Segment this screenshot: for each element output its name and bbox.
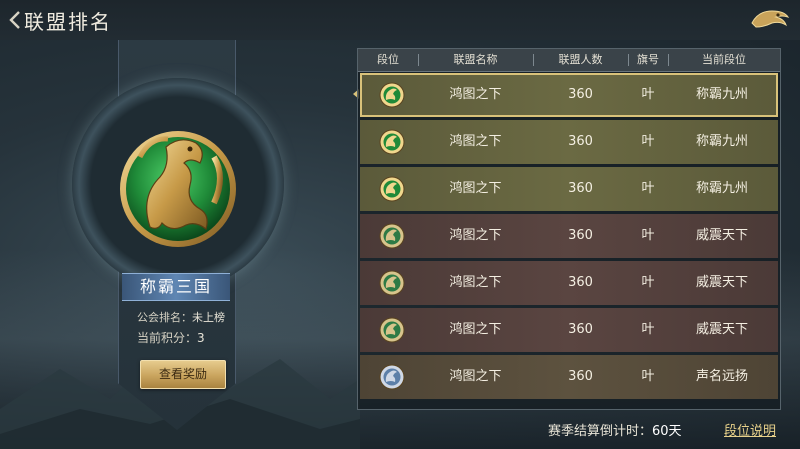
table-row[interactable]: 鸿图之下 360 叶 称霸九州 bbox=[360, 167, 778, 211]
score-value: 3 bbox=[197, 331, 205, 345]
table-row[interactable]: 鸿图之下 360 叶 称霸九州 bbox=[360, 73, 778, 117]
alliance-name-cell: 鸿图之下 bbox=[449, 275, 502, 290]
member-count-cell: 360 bbox=[568, 87, 593, 102]
flag-cell: 叶 bbox=[641, 181, 655, 196]
dragon-exit-icon[interactable] bbox=[748, 3, 792, 37]
current-tier-cell: 威震天下 bbox=[695, 275, 748, 290]
guild-rank-label: 公会排名： bbox=[137, 311, 192, 324]
flag-cell: 叶 bbox=[641, 322, 655, 337]
table-row[interactable]: 鸿图之下 360 叶 威震天下 bbox=[360, 214, 778, 258]
guild-rank-line: 公会排名：未上榜 bbox=[137, 309, 225, 325]
alliance-name-cell: 鸿图之下 bbox=[449, 134, 502, 149]
column-header-members: 联盟人数 bbox=[558, 53, 603, 66]
current-tier-cell: 威震天下 bbox=[695, 322, 748, 337]
silver-dragon-badge-icon bbox=[379, 270, 405, 296]
alliance-name-cell: 鸿图之下 bbox=[449, 369, 502, 384]
flag-cell: 叶 bbox=[641, 134, 655, 149]
current-tier-cell: 声名远扬 bbox=[695, 369, 748, 384]
table-row[interactable]: 鸿图之下 360 叶 称霸九州 bbox=[360, 120, 778, 164]
page-title: 联盟排名 bbox=[24, 10, 112, 34]
member-count-cell: 360 bbox=[568, 134, 593, 149]
member-count-cell: 360 bbox=[568, 275, 593, 290]
back-arrow-icon[interactable] bbox=[6, 8, 26, 32]
guild-rank-value: 未上榜 bbox=[192, 311, 225, 324]
column-header-alliance-name: 联盟名称 bbox=[453, 53, 498, 66]
current-tier-cell: 威震天下 bbox=[695, 228, 748, 243]
current-tier-cell: 称霸九州 bbox=[695, 181, 748, 196]
table-header: 段位 联盟名称 联盟人数 旗号 当前段位 bbox=[358, 49, 780, 72]
gold-dragon-badge-icon bbox=[379, 82, 405, 108]
member-count-cell: 360 bbox=[568, 322, 593, 337]
alliance-name-cell: 鸿图之下 bbox=[449, 322, 502, 337]
column-header-current-tier: 当前段位 bbox=[702, 53, 746, 66]
column-header-tier-badge: 段位 bbox=[377, 53, 399, 66]
alliance-ranking-table: 段位 联盟名称 联盟人数 旗号 当前段位 鸿图之下 360 叶称霸九州 鸿图之下 360… bbox=[357, 48, 781, 410]
table-row[interactable]: 鸿图之下 360 叶 威震天下 bbox=[360, 261, 778, 305]
jade-dragon-emblem-icon bbox=[120, 131, 236, 247]
flag-cell: 叶 bbox=[641, 275, 655, 290]
season-countdown: 赛季结算倒计时：60天 bbox=[548, 420, 682, 439]
member-count-cell: 360 bbox=[568, 228, 593, 243]
countdown-value: 60天 bbox=[652, 424, 682, 439]
column-header-flag: 旗号 bbox=[637, 53, 659, 66]
gold-dragon-badge-icon bbox=[379, 176, 405, 202]
member-count-cell: 360 bbox=[568, 181, 593, 196]
member-count-cell: 360 bbox=[568, 369, 593, 384]
blue-dragon-badge-icon bbox=[379, 364, 405, 390]
flag-cell: 叶 bbox=[641, 87, 655, 102]
silver-dragon-badge-icon bbox=[379, 317, 405, 343]
gold-dragon-badge-icon bbox=[379, 129, 405, 155]
current-tier-cell: 称霸九州 bbox=[695, 134, 748, 149]
current-tier-cell: 称霸九州 bbox=[695, 87, 748, 102]
table-row[interactable]: 鸿图之下 360 叶 威震天下 bbox=[360, 308, 778, 352]
alliance-name-cell: 鸿图之下 bbox=[449, 181, 502, 196]
table-row[interactable]: 鸿图之下 360 叶 声名远扬 bbox=[360, 355, 778, 399]
flag-cell: 叶 bbox=[641, 228, 655, 243]
silver-dragon-badge-icon bbox=[379, 223, 405, 249]
rank-help-link[interactable]: 段位说明 bbox=[724, 420, 776, 439]
flag-cell: 叶 bbox=[641, 369, 655, 384]
countdown-label: 赛季结算倒计时： bbox=[548, 424, 653, 439]
top-bar: 联盟排名 bbox=[0, 0, 800, 40]
alliance-name-cell: 鸿图之下 bbox=[449, 87, 502, 102]
alliance-name-cell: 鸿图之下 bbox=[449, 228, 502, 243]
score-label: 当前积分： bbox=[137, 331, 198, 345]
rank-title-plate: 称霸三国 bbox=[122, 273, 230, 301]
view-rewards-button[interactable]: 查看奖励 bbox=[140, 360, 226, 389]
score-line: 当前积分：3 bbox=[137, 329, 205, 346]
